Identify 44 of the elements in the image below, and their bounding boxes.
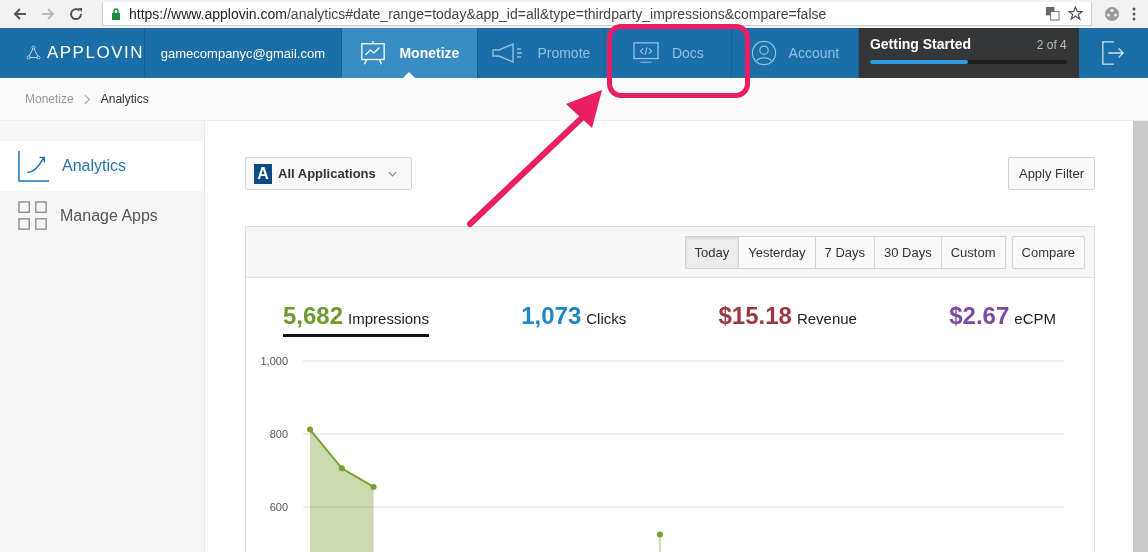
step-count: 2 of 4 xyxy=(1036,38,1067,52)
trend-chart-icon xyxy=(18,150,50,182)
sidebar-item[interactable]: Manage Apps xyxy=(0,191,204,241)
metric-tab[interactable]: $15.18 Revenue xyxy=(718,302,857,337)
grid-icon xyxy=(18,201,48,231)
chevron-down-icon xyxy=(387,170,397,177)
date-range-button[interactable]: Today xyxy=(684,235,740,269)
y-axis-label: 800 xyxy=(269,428,288,440)
date-range-button[interactable]: 30 Days xyxy=(875,235,942,269)
scrollbar[interactable] xyxy=(1133,121,1148,552)
date-range-button[interactable]: Custom xyxy=(941,235,1006,269)
metric-tab[interactable]: $2.67 eCPM xyxy=(949,302,1056,337)
nav-tab[interactable]: Monetize xyxy=(341,28,478,78)
y-axis-label: 600 xyxy=(269,501,288,513)
address-bar[interactable]: https://www.applovin.com/analytics#date_range=today&app_id=all&type=thirdparty_impressions&compare=false xyxy=(102,2,1092,26)
lock-icon xyxy=(111,7,121,20)
date-range-button[interactable]: Yesterday xyxy=(739,235,816,269)
more-icon[interactable] xyxy=(1132,6,1136,22)
metric-tab[interactable]: 1,073 Clicks xyxy=(521,302,627,337)
metric-tab[interactable]: 5,682 Impressions xyxy=(283,302,429,337)
url-path: /analytics#date_range=today&app_id=all&type=thirdparty_impressions&compare=false xyxy=(286,4,827,23)
point xyxy=(370,483,377,490)
logout-icon[interactable] xyxy=(1101,40,1126,66)
url-host: https://www.applovin.com xyxy=(129,4,287,23)
back-icon[interactable] xyxy=(12,6,28,22)
date-range-button[interactable]: 7 Days xyxy=(815,235,876,269)
presentation-chart-icon xyxy=(359,40,388,66)
getting-started-title: Getting Started xyxy=(869,36,971,52)
reload-icon[interactable] xyxy=(68,6,84,22)
code-monitor-icon xyxy=(631,41,660,65)
getting-started-panel[interactable]: Getting Started 2 of 4 xyxy=(858,28,1079,78)
user-icon xyxy=(750,40,777,66)
star-icon[interactable] xyxy=(1068,6,1083,21)
y-axis-label: 1,000 xyxy=(260,355,288,367)
apply-filter-button[interactable]: Apply Filter xyxy=(1007,157,1095,190)
sidebar-item[interactable]: Analytics xyxy=(0,141,204,191)
film-reel-icon[interactable] xyxy=(1104,6,1120,22)
compare-button[interactable]: Compare xyxy=(1011,235,1085,269)
breadcrumb-link[interactable]: Analytics xyxy=(100,92,149,106)
point xyxy=(338,465,345,472)
point xyxy=(307,426,313,433)
application-dropdown[interactable]: A All Applications xyxy=(245,157,412,190)
app-badge: A xyxy=(254,163,272,184)
chevron-right-icon xyxy=(83,93,91,105)
